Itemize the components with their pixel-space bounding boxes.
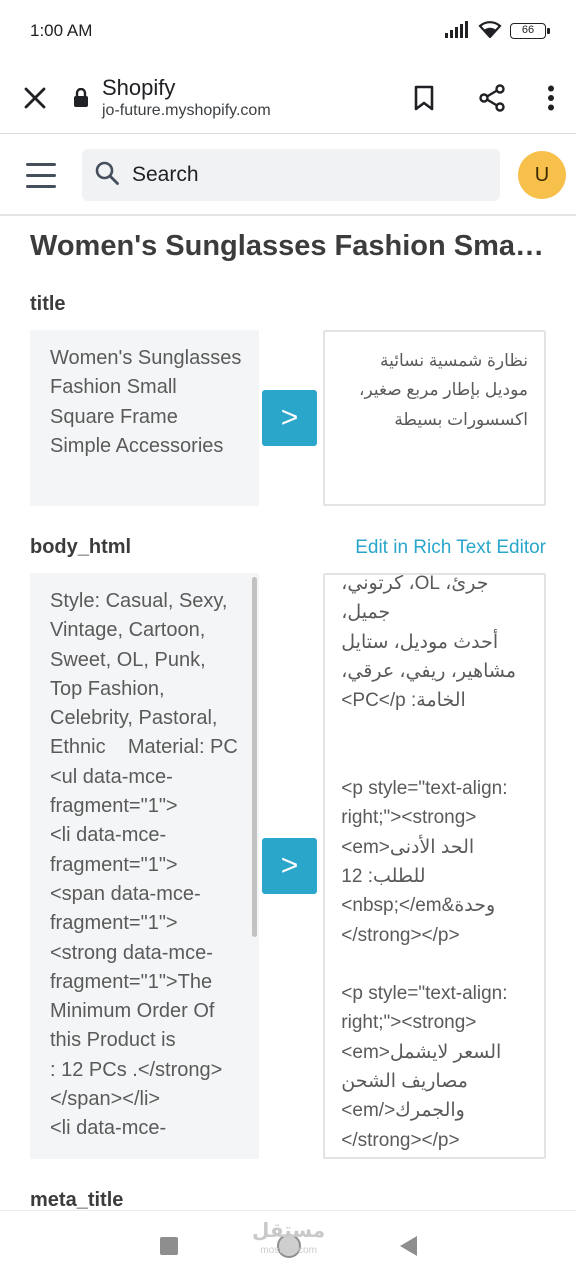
browser-toolbar: Shopify jo-future.myshopify.com [0, 62, 576, 134]
lock-icon [70, 87, 92, 108]
body-field-header: body_html Edit in Rich Text Editor [30, 536, 546, 559]
title-translation-input[interactable]: نظارة شمسية نسائية موديل بإطار مربع صغير… [323, 330, 546, 506]
battery-icon: 66 [510, 23, 550, 39]
body-field-row: Style: Casual, Sexy, Vintage, Cartoon, S… [30, 573, 546, 1159]
body-translation-line: مشاهير، ريفي، عرقي، [341, 660, 517, 682]
meta-title-label: meta_title [30, 1189, 124, 1210]
watermark-text: مستقل [252, 1220, 326, 1242]
recents-button[interactable] [159, 1236, 178, 1255]
close-icon[interactable] [0, 68, 70, 128]
share-icon[interactable] [458, 68, 526, 128]
body-source-text: Style: Casual, Sexy, Vintage, Cartoon, S… [30, 573, 259, 1159]
app-header: U [0, 136, 576, 216]
title-source-text: Women's Sunglasses Fashion Small Square … [30, 330, 259, 506]
back-button[interactable] [399, 1235, 417, 1256]
wifi-icon [478, 20, 502, 43]
signal-icon [444, 20, 470, 43]
watermark: مستقل mostaql.com [252, 1221, 325, 1261]
copy-body-button[interactable]: > [261, 838, 318, 894]
body-source-content: Style: Casual, Sexy, Vintage, Cartoon, S… [50, 590, 238, 1140]
rich-text-editor-link[interactable]: Edit in Rich Text Editor [355, 537, 546, 559]
title-field-label: title [30, 293, 66, 315]
status-time: 1:00 AM [30, 21, 93, 40]
body-translation-textarea[interactable]: جرئ، OL، كرتوني، جميل، أحدث موديل، ستايل م… [323, 573, 546, 1159]
body-translation-line: وحدة&nbsp;</em> [341, 895, 496, 917]
body-translation-line: مصاريف الشحن [341, 1071, 468, 1093]
body-translation-line [341, 745, 528, 774]
body-translation-line: right;"><strong> [341, 807, 477, 829]
body-field-label: body_html [30, 536, 132, 558]
url-area[interactable]: Shopify jo-future.myshopify.com [92, 75, 390, 121]
body-translation-line [341, 950, 528, 979]
body-translation-line: <em>السعر لايشمل [341, 1041, 502, 1063]
body-translation-line: </strong></p> [341, 924, 460, 946]
body-translation-line: والجمرك</em> [341, 1100, 465, 1122]
copy-title-button[interactable]: > [261, 390, 318, 446]
body-translation-line: <em>الحد الأدنى [341, 836, 475, 858]
body-translation-content: جرئ، OL، كرتوني، جميل، أحدث موديل، ستايل م… [341, 573, 528, 1155]
body-translation-line: أحدث موديل، ستايل [341, 631, 499, 653]
bookmark-icon[interactable] [390, 68, 458, 128]
body-translation-line: </strong></p> [341, 1129, 460, 1151]
page-title: Women's Sunglasses Fashion Small Square … [30, 230, 546, 262]
body-translation-line: للطلب: 12 [341, 865, 426, 887]
status-icons: 66 [444, 20, 550, 43]
page-url: jo-future.myshopify.com [102, 101, 271, 119]
main-content: Women's Sunglasses Fashion Small Square … [0, 218, 576, 1210]
body-translation-line: <p style="text-align: [341, 778, 508, 800]
body-translation-line: <p style="text-align: [341, 983, 508, 1005]
system-nav-bar: مستقل mostaql.com [0, 1210, 576, 1280]
status-bar: 1:00 AM 66 [0, 0, 576, 62]
search-bar[interactable] [82, 149, 500, 201]
body-translation-line: right;"><strong> [341, 1012, 477, 1034]
avatar[interactable]: U [518, 151, 566, 199]
menu-icon[interactable] [0, 135, 82, 215]
search-icon [94, 160, 120, 191]
page-site-title: Shopify [102, 74, 176, 100]
body-translation-line: الخامة: PC</p> [341, 690, 466, 712]
body-translation-line: جرئ، OL، كرتوني، جميل، [341, 573, 489, 624]
search-input[interactable] [132, 163, 452, 187]
body-translation-line [341, 715, 528, 744]
more-vert-icon[interactable] [526, 68, 576, 128]
watermark-subtext: mostaql.com [260, 1245, 317, 1256]
source-scrollbar[interactable] [251, 577, 257, 937]
title-field-row: Women's Sunglasses Fashion Small Square … [30, 330, 546, 506]
